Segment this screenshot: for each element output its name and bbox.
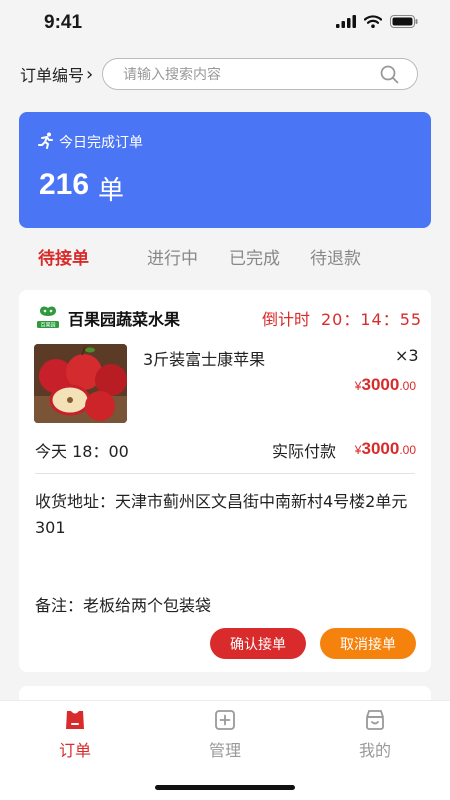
paid-amount-label: 实际付款: [272, 442, 337, 461]
accept-order-button[interactable]: 确认接单: [210, 628, 306, 659]
tabbar-item-manage[interactable]: 管理: [175, 701, 275, 771]
price-decimal: .00: [399, 379, 416, 393]
shop-logo: 百果园: [37, 306, 59, 329]
search-icon[interactable]: [380, 65, 399, 84]
wifi-icon: [364, 15, 382, 28]
running-icon: [38, 132, 53, 149]
search-box: [102, 58, 418, 90]
tab-in-progress[interactable]: 进行中: [147, 244, 198, 269]
summary-count-unit: 单: [98, 176, 125, 206]
product-quantity: ×3: [395, 346, 419, 365]
product-price: ¥3000.00: [355, 375, 416, 395]
status-time: 9:41: [44, 12, 83, 33]
chevron-right-icon: ›: [86, 63, 94, 85]
tabbar-label-manage: 管理: [208, 741, 241, 760]
price-decimal: .00: [399, 443, 416, 457]
tabbar-item-orders[interactable]: 订单: [25, 701, 125, 771]
delivery-time: 今天 18：00: [35, 442, 129, 461]
home-indicator[interactable]: [155, 785, 295, 790]
tab-pending[interactable]: 待接单: [38, 244, 89, 269]
shop-logo-text: 百果园: [40, 323, 55, 329]
product-image[interactable]: [34, 344, 127, 423]
battery-icon: [390, 15, 418, 28]
today-summary-card[interactable]: 今日完成订单 216 单: [19, 112, 431, 228]
search-input[interactable]: [123, 65, 363, 85]
manage-icon: [215, 710, 235, 730]
price-integer: 3000: [361, 439, 400, 458]
paid-amount: ¥3000.00: [355, 439, 416, 459]
summary-count: 216: [39, 168, 90, 201]
order-no-label: 订单编号: [20, 66, 85, 85]
divider: [35, 473, 415, 474]
tabbar-item-profile[interactable]: 我的: [325, 701, 425, 771]
order-icon: [66, 711, 84, 729]
order-no-filter[interactable]: 订单编号 ›: [20, 62, 93, 86]
tabbar-label-orders: 订单: [58, 741, 91, 760]
tabbar-label-profile: 我的: [358, 741, 391, 760]
tab-completed[interactable]: 已完成: [229, 244, 280, 269]
order-remark: 备注：老板给两个包装袋: [35, 596, 212, 615]
product-name: 3斤装富士康苹果: [143, 350, 266, 369]
tab-pending-refund[interactable]: 待退款: [310, 244, 361, 269]
shop-name: 百果园蔬菜水果: [68, 310, 181, 329]
status-bar: 9:41: [0, 0, 450, 46]
countdown-label: 倒计时: [262, 310, 311, 329]
order-card[interactable]: 百果园 百果园蔬菜水果 倒计时 20：14：55 3斤装富士康苹果 ×3 ¥30…: [19, 290, 431, 672]
countdown-time: 20：14：55: [321, 310, 423, 329]
delivery-address: 收货地址：天津市蓟州区文昌街中南新村4号楼2单元301: [35, 492, 408, 537]
cancel-order-button[interactable]: 取消接单: [320, 628, 416, 659]
profile-icon: [366, 710, 384, 730]
price-integer: 3000: [361, 375, 400, 394]
order-status-tabs: 待接单 进行中 已完成 待退款: [0, 244, 450, 278]
status-icons: [336, 15, 418, 28]
search-row: 订单编号 ›: [20, 58, 420, 90]
signal-icon: [336, 15, 356, 28]
summary-title: 今日完成订单: [59, 135, 143, 151]
